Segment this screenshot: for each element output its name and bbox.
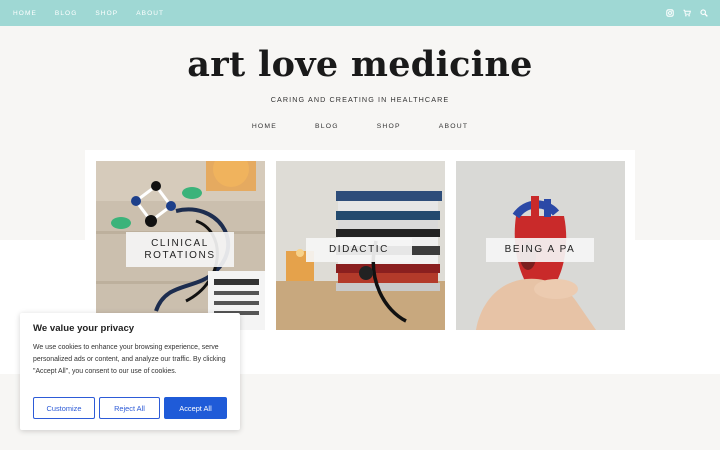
main-nav: HOME BLOG SHOP ABOUT xyxy=(0,123,720,130)
category-card-didactic[interactable]: DIDACTIC xyxy=(276,161,445,330)
top-nav-shop[interactable]: SHOP xyxy=(95,10,118,17)
top-bar: HOME BLOG SHOP ABOUT xyxy=(0,0,720,26)
reject-all-button[interactable]: Reject All xyxy=(99,397,160,419)
main-nav-shop[interactable]: SHOP xyxy=(377,123,401,130)
search-icon[interactable] xyxy=(700,9,708,17)
card-label-being-a-pa: BEING A PA xyxy=(486,238,594,262)
top-icons xyxy=(666,0,708,26)
card-label-line2: ROTATIONS xyxy=(144,249,216,261)
card-label-line1: CLINICAL xyxy=(151,237,209,249)
category-card-clinical-rotations[interactable]: CLINICAL ROTATIONS xyxy=(96,161,265,330)
cart-icon[interactable] xyxy=(683,9,691,17)
customize-button[interactable]: Customize xyxy=(33,397,95,419)
main-nav-about[interactable]: ABOUT xyxy=(439,123,468,130)
main-nav-home[interactable]: HOME xyxy=(252,123,277,130)
category-card-being-a-pa[interactable]: BEING A PA xyxy=(456,161,625,330)
cookie-consent-dialog: We value your privacy We use cookies to … xyxy=(20,313,240,430)
main-nav-blog[interactable]: BLOG xyxy=(315,123,339,130)
top-nav-blog[interactable]: BLOG xyxy=(55,10,77,17)
top-nav-home[interactable]: HOME xyxy=(13,10,37,17)
top-nav-about[interactable]: ABOUT xyxy=(136,10,164,17)
instagram-icon[interactable] xyxy=(666,9,674,17)
card-label-didactic: DIDACTIC xyxy=(306,238,412,262)
accept-all-button[interactable]: Accept All xyxy=(164,397,227,419)
site-title[interactable]: art love medicine xyxy=(0,44,720,85)
cookie-title: We value your privacy xyxy=(33,323,135,334)
card-label-clinical-rotations: CLINICAL ROTATIONS xyxy=(126,232,234,267)
top-nav: HOME BLOG SHOP ABOUT xyxy=(13,0,182,26)
cookie-body: We use cookies to enhance your browsing … xyxy=(33,344,226,375)
site-tagline: CARING AND CREATING IN HEALTHCARE xyxy=(270,95,450,104)
